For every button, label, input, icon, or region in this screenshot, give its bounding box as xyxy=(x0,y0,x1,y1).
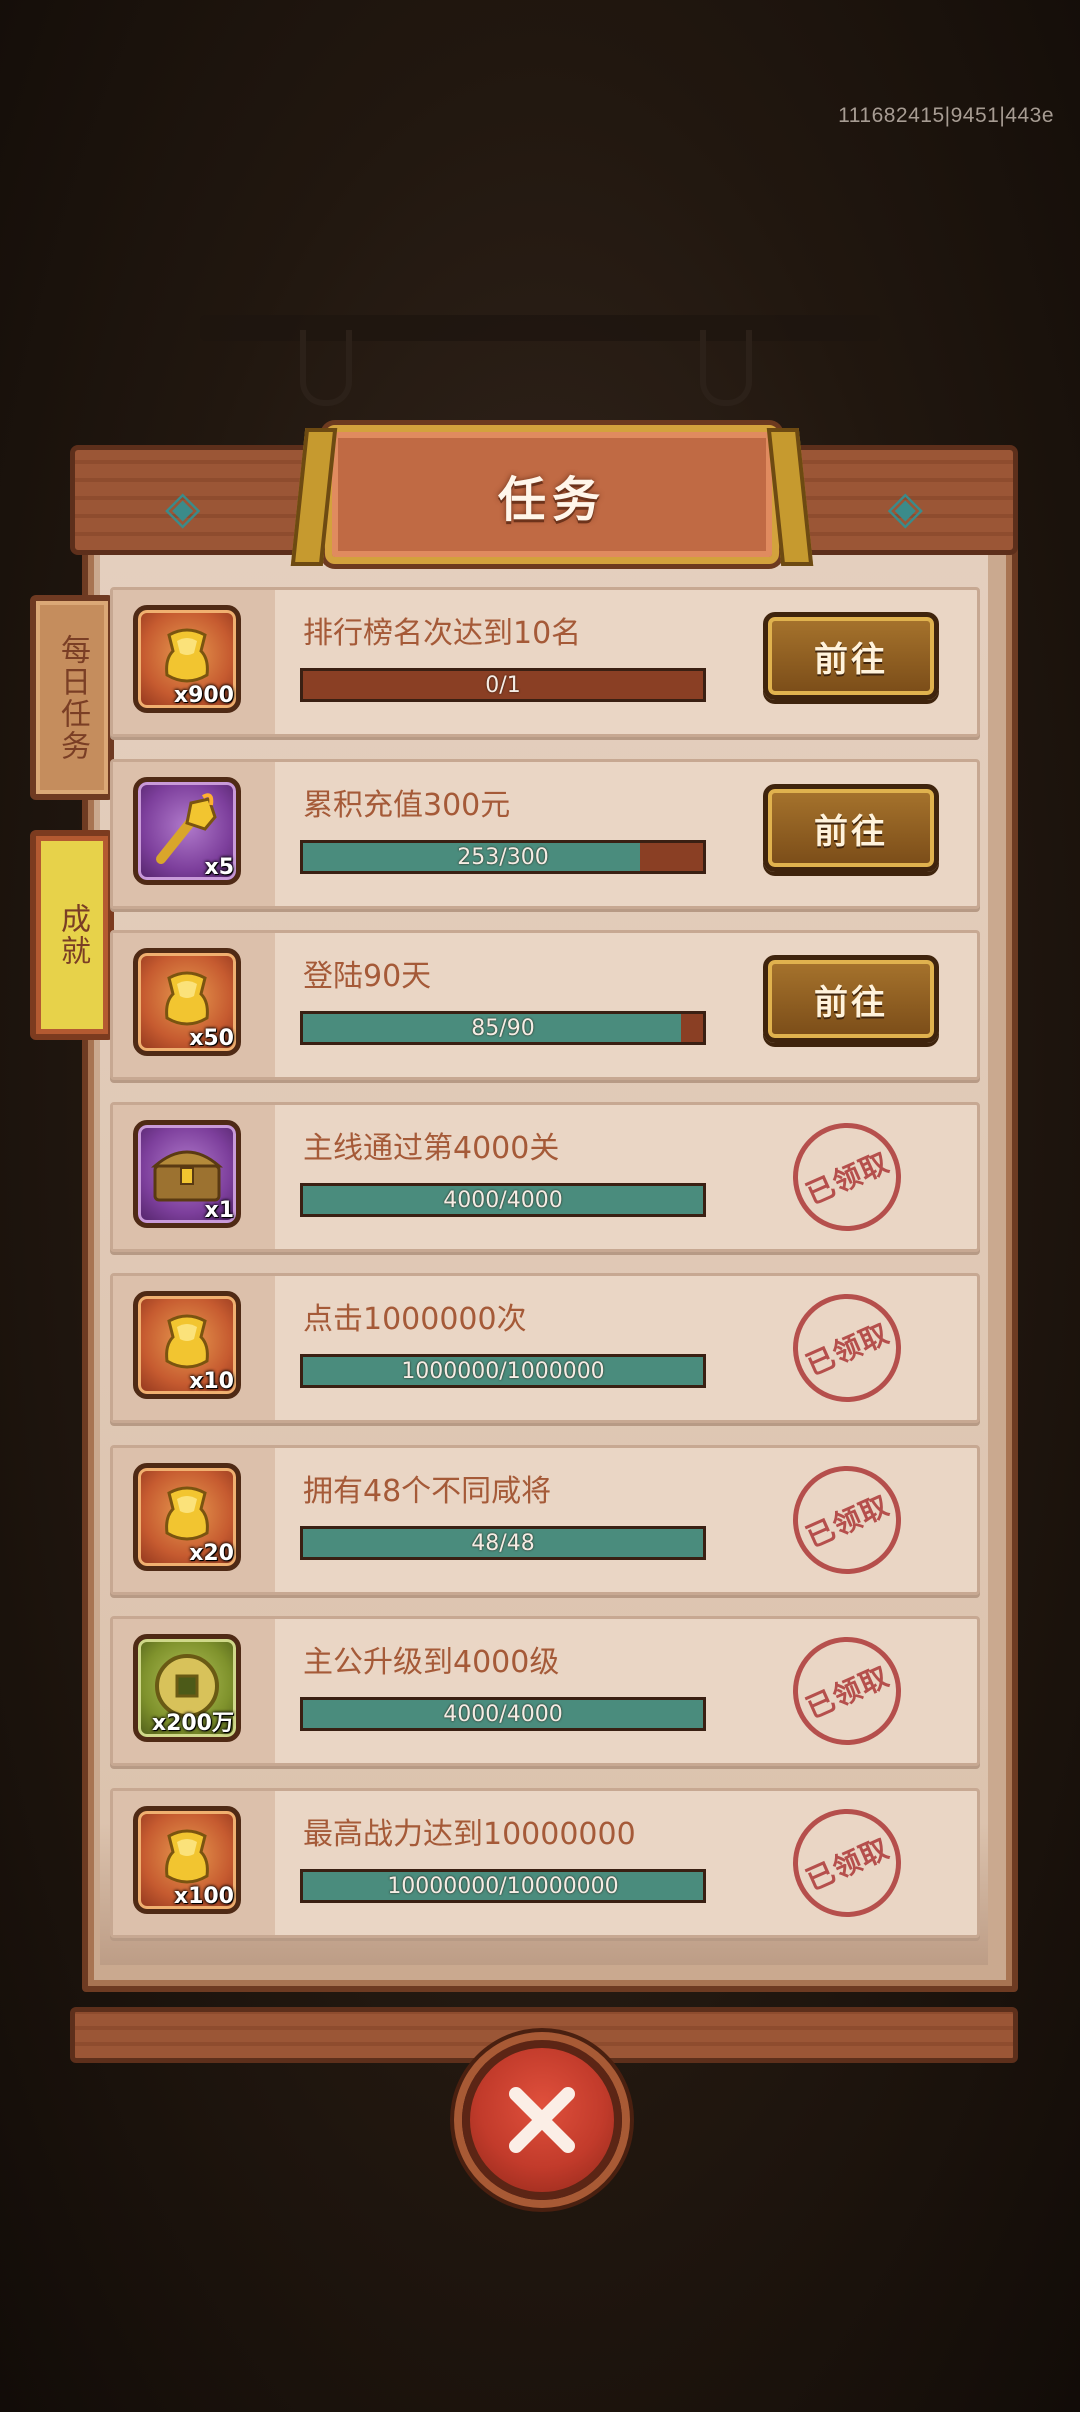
reward-cell: x900 xyxy=(113,590,275,734)
go-button[interactable]: 前往 xyxy=(763,955,939,1043)
claimed-stamp: 已领取 xyxy=(775,1448,919,1592)
reward-quantity: x10 xyxy=(189,1369,234,1394)
progress-bar: 253/300 xyxy=(300,840,706,874)
progress-bar: 4000/4000 xyxy=(300,1183,706,1217)
task-row: x10 点击1000000次 1000000/1000000 已领取 xyxy=(110,1273,980,1423)
reward-item[interactable]: x1 xyxy=(133,1120,241,1228)
reward-cell: x10 xyxy=(113,1276,275,1420)
go-button[interactable]: 前往 xyxy=(763,612,939,700)
reward-item[interactable]: x10 xyxy=(133,1291,241,1399)
reward-item[interactable]: x20 xyxy=(133,1463,241,1571)
task-row: x5 累积充值300元 253/300 前往 xyxy=(110,759,980,909)
progress-text: 4000/4000 xyxy=(443,1701,563,1727)
tab-daily-tasks-label: 每日任务 xyxy=(55,633,90,762)
progress-text: 85/90 xyxy=(471,1015,535,1041)
task-title: 最高战力达到10000000 xyxy=(303,1817,636,1852)
reward-quantity: x1 xyxy=(204,1198,235,1223)
task-row: x20 拥有48个不同咸将 48/48 已领取 xyxy=(110,1445,980,1595)
tab-daily-tasks[interactable]: 每日任务 xyxy=(30,595,114,800)
reward-item[interactable]: x50 xyxy=(133,948,241,1056)
reward-item[interactable]: x100 xyxy=(133,1806,241,1914)
task-row: x100 最高战力达到10000000 10000000/10000000 已领取 xyxy=(110,1788,980,1938)
task-title: 主线通过第4000关 xyxy=(303,1131,560,1166)
reward-cell: x20 xyxy=(113,1448,275,1592)
build-id-text: 111682415|9451|443e xyxy=(838,104,1054,127)
reward-item[interactable]: x900 xyxy=(133,605,241,713)
task-title: 登陆90天 xyxy=(303,959,432,994)
reward-quantity: x900 xyxy=(173,683,234,708)
task-title: 累积充值300元 xyxy=(303,788,511,823)
claimed-stamp: 已领取 xyxy=(775,1791,919,1935)
fish-ornament-icon: ◈ xyxy=(165,480,201,534)
task-title: 主公升级到4000级 xyxy=(303,1645,560,1680)
reward-cell: x100 xyxy=(113,1791,275,1935)
claimed-stamp: 已领取 xyxy=(775,1276,919,1420)
tab-achievements[interactable]: 成就 xyxy=(30,830,114,1040)
tab-achievements-label: 成就 xyxy=(55,903,90,967)
progress-text: 48/48 xyxy=(471,1530,535,1556)
claimed-stamp: 已领取 xyxy=(775,1105,919,1249)
progress-text: 253/300 xyxy=(457,844,549,870)
task-title: 排行榜名次达到10名 xyxy=(303,616,582,651)
progress-bar: 0/1 xyxy=(300,668,706,702)
progress-bar: 48/48 xyxy=(300,1526,706,1560)
reward-item[interactable]: x5 xyxy=(133,777,241,885)
progress-bar: 85/90 xyxy=(300,1011,706,1045)
claimed-stamp: 已领取 xyxy=(775,1619,919,1763)
go-button[interactable]: 前往 xyxy=(763,784,939,872)
reward-cell: x5 xyxy=(113,762,275,906)
task-title: 点击1000000次 xyxy=(303,1302,527,1337)
reward-cell: x50 xyxy=(113,933,275,1077)
reward-quantity: x100 xyxy=(173,1884,234,1909)
progress-text: 1000000/1000000 xyxy=(401,1358,605,1384)
progress-text: 4000/4000 xyxy=(443,1187,563,1213)
task-title: 拥有48个不同咸将 xyxy=(303,1474,552,1509)
background-hook xyxy=(300,330,352,406)
close-icon xyxy=(509,2087,575,2153)
task-row: x200万 主公升级到4000级 4000/4000 已领取 xyxy=(110,1616,980,1766)
progress-bar: 10000000/10000000 xyxy=(300,1869,706,1903)
progress-bar: 1000000/1000000 xyxy=(300,1354,706,1388)
task-row: x1 主线通过第4000关 4000/4000 已领取 xyxy=(110,1102,980,1252)
page-title: 任务 xyxy=(497,471,606,528)
task-row: x50 登陆90天 85/90 前往 xyxy=(110,930,980,1080)
task-row: x900 排行榜名次达到10名 0/1 前往 xyxy=(110,587,980,737)
fish-ornament-icon: ◈ xyxy=(887,480,923,534)
reward-item[interactable]: x200万 xyxy=(133,1634,241,1742)
close-button[interactable] xyxy=(462,2040,622,2200)
reward-cell: x200万 xyxy=(113,1619,275,1763)
title-plate: 任务 xyxy=(325,425,779,564)
reward-quantity: x5 xyxy=(204,855,235,880)
reward-cell: x1 xyxy=(113,1105,275,1249)
progress-text: 10000000/10000000 xyxy=(387,1873,619,1899)
reward-quantity: x50 xyxy=(189,1026,234,1051)
reward-quantity: x20 xyxy=(189,1541,234,1566)
progress-text: 0/1 xyxy=(485,672,521,698)
reward-quantity: x200万 xyxy=(151,1711,234,1736)
background-hook xyxy=(700,330,752,406)
progress-bar: 4000/4000 xyxy=(300,1697,706,1731)
